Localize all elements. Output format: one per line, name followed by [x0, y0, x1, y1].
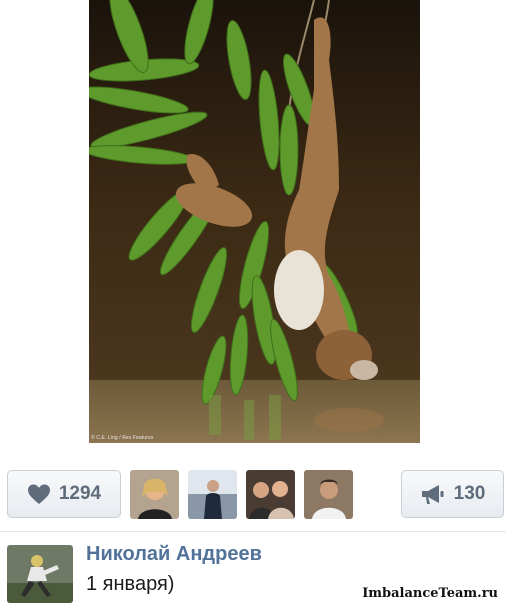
divider	[0, 531, 506, 532]
liked-by-avatar[interactable]	[130, 470, 179, 519]
user-photo-icon	[188, 470, 237, 519]
user-photo-icon	[130, 470, 179, 519]
comment-author-name[interactable]: Николай Андреев	[86, 543, 262, 566]
like-button[interactable]: 1294	[7, 470, 121, 518]
like-count: 1294	[58, 483, 102, 504]
comment-author-avatar[interactable]	[7, 545, 73, 603]
heart-icon	[27, 484, 50, 504]
share-button[interactable]: 130	[401, 470, 504, 518]
user-photo-icon	[7, 545, 73, 603]
liked-by-avatar[interactable]	[304, 470, 353, 519]
liked-by-avatar[interactable]	[246, 470, 295, 519]
user-photo-icon	[304, 470, 353, 519]
monkey-photo-image	[89, 0, 420, 443]
watermark: ImbalanceTeam.ru	[360, 586, 500, 601]
post-photo[interactable]: © C.E. Ling / Rex Features	[89, 0, 420, 443]
user-photo-icon	[246, 470, 295, 519]
megaphone-icon	[421, 485, 444, 504]
share-count: 130	[453, 483, 486, 504]
photo-credit: © C.E. Ling / Rex Features	[91, 435, 154, 441]
comment-text: 1 января)	[86, 573, 175, 595]
liked-by-avatar[interactable]	[188, 470, 237, 519]
liked-by-list	[130, 470, 353, 519]
